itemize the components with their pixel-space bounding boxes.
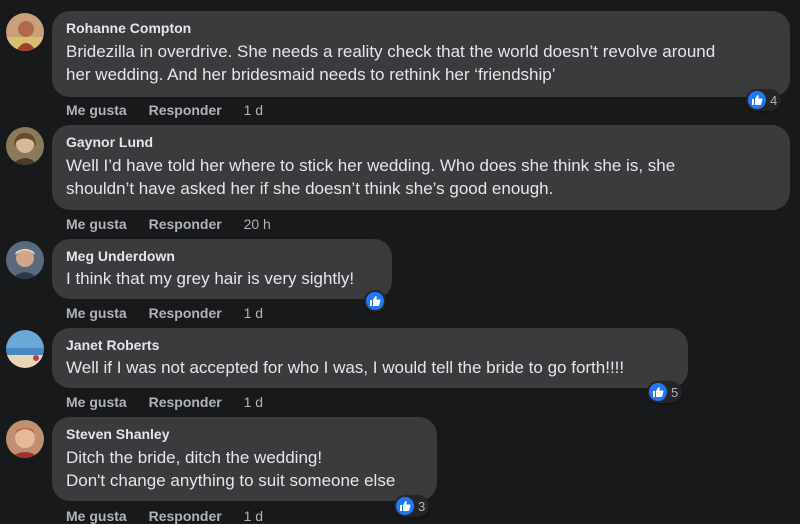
like-link[interactable]: Me gusta	[66, 394, 127, 410]
reaction-badge[interactable]: 4	[746, 89, 782, 111]
avatar[interactable]	[6, 241, 44, 279]
comment-time[interactable]: 1 d	[244, 394, 263, 410]
like-link[interactable]: Me gusta	[66, 508, 127, 524]
comment-text: Well I’d have told her where to stick he…	[66, 156, 676, 198]
comment-author[interactable]: Janet Roberts	[66, 336, 674, 354]
avatar[interactable]	[6, 420, 44, 458]
avatar[interactable]	[6, 13, 44, 51]
reply-link[interactable]: Responder	[149, 305, 222, 321]
reaction-count: 3	[418, 498, 426, 514]
comment-text: Bridezilla in overdrive. She needs a rea…	[66, 42, 716, 84]
reaction-count: 5	[671, 384, 679, 400]
like-icon	[649, 383, 667, 401]
avatar[interactable]	[6, 127, 44, 165]
comment-author[interactable]: Steven Shanley	[66, 425, 423, 443]
reply-link[interactable]: Responder	[149, 394, 222, 410]
comment-actions: Me gusta Responder 1 d	[66, 508, 281, 524]
like-icon	[748, 91, 766, 109]
reply-link[interactable]: Responder	[149, 102, 222, 118]
like-icon	[396, 497, 414, 515]
reaction-badge[interactable]	[364, 290, 386, 312]
like-link[interactable]: Me gusta	[66, 102, 127, 118]
comment-bubble: Janet Roberts Well if I was not accepted…	[52, 328, 688, 388]
comment-time[interactable]: 20 h	[244, 216, 271, 232]
comment-time[interactable]: 1 d	[244, 508, 263, 524]
avatar[interactable]	[6, 330, 44, 368]
comment-bubble: Meg Underdown I think that my grey hair …	[52, 239, 392, 299]
like-link[interactable]: Me gusta	[66, 216, 127, 232]
comment-author[interactable]: Rohanne Compton	[66, 19, 776, 37]
comment-actions: Me gusta Responder 1 d	[66, 305, 281, 321]
comment-bubble: Steven Shanley Ditch the bride, ditch th…	[52, 417, 437, 501]
comment-time[interactable]: 1 d	[244, 102, 263, 118]
comment-actions: Me gusta Responder 1 d	[66, 102, 281, 118]
comment-author[interactable]: Gaynor Lund	[66, 133, 776, 151]
comment-text: Well if I was not accepted for who I was…	[66, 358, 625, 377]
comment-time[interactable]: 1 d	[244, 305, 263, 321]
reaction-badge[interactable]: 3	[394, 495, 430, 517]
comment-bubble: Rohanne Compton Bridezilla in overdrive.…	[52, 11, 790, 97]
reply-link[interactable]: Responder	[149, 216, 222, 232]
comment-text: I think that my grey hair is very sightl…	[66, 269, 355, 288]
reaction-count: 4	[770, 92, 778, 108]
comment-text: Ditch the bride, ditch the wedding! Don'…	[66, 448, 396, 490]
comment-author[interactable]: Meg Underdown	[66, 247, 378, 265]
reaction-badge[interactable]: 5	[647, 381, 683, 403]
comment-actions: Me gusta Responder 1 d	[66, 394, 281, 410]
like-icon	[366, 292, 384, 310]
comment-bubble: Gaynor Lund Well I’d have told her where…	[52, 125, 790, 210]
like-link[interactable]: Me gusta	[66, 305, 127, 321]
reply-link[interactable]: Responder	[149, 508, 222, 524]
comment-actions: Me gusta Responder 20 h	[66, 216, 289, 232]
